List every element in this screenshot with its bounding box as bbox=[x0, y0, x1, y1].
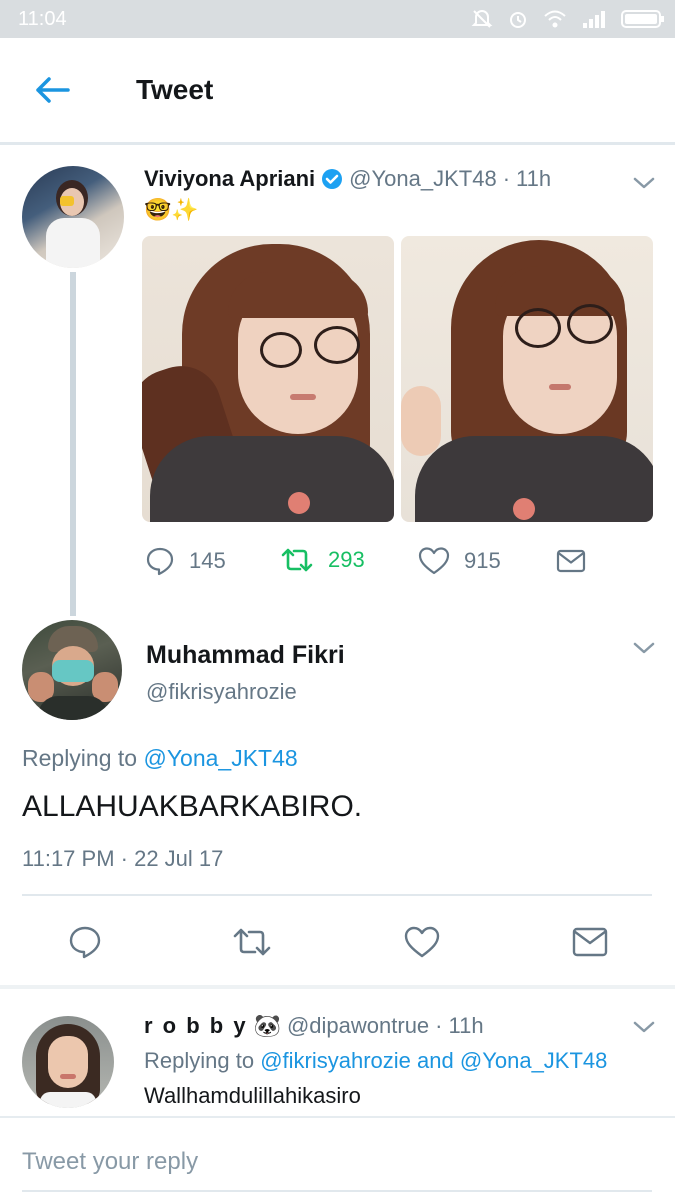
author-name[interactable]: Viviyona Apriani bbox=[144, 166, 315, 192]
retweet-count: 293 bbox=[328, 547, 365, 572]
author-name[interactable]: Muhammad Fikri bbox=[146, 641, 345, 670]
chevron-down-icon[interactable] bbox=[632, 176, 656, 190]
status-bar: 11:04 bbox=[0, 0, 675, 38]
avatar[interactable] bbox=[22, 1016, 114, 1108]
tweet-text: ALLAHUAKBARKABIRO. bbox=[22, 790, 363, 823]
retweet-button[interactable]: 293 bbox=[280, 546, 365, 574]
author-name[interactable]: r o b b y bbox=[144, 1013, 248, 1039]
separator-dot: · bbox=[502, 166, 511, 191]
back-button[interactable] bbox=[32, 74, 72, 106]
mute-icon bbox=[471, 10, 493, 28]
reply-header: r o b b y 🐼 @dipawontrue · 11h bbox=[144, 1013, 484, 1039]
tweet-time: 11h bbox=[448, 1013, 484, 1038]
tweet-photo-1[interactable] bbox=[142, 236, 394, 522]
replying-to-link[interactable]: @Yona_JKT48 bbox=[143, 745, 297, 771]
reply-composer[interactable]: Tweet your reply bbox=[0, 1118, 675, 1200]
signal-icon bbox=[583, 11, 605, 28]
separator-dot: · bbox=[435, 1013, 443, 1038]
alarm-icon bbox=[510, 12, 526, 28]
avatar[interactable] bbox=[22, 620, 122, 720]
page-title: Tweet bbox=[136, 74, 214, 105]
reply-count: 145 bbox=[189, 548, 226, 573]
tweet-time: 11h bbox=[516, 166, 552, 191]
section-divider bbox=[0, 985, 675, 989]
replying-to: Replying to @fikrisyahrozie and @Yona_JK… bbox=[144, 1048, 607, 1074]
chevron-down-icon[interactable] bbox=[632, 1020, 656, 1034]
author-handle[interactable]: @Yona_JKT48 bbox=[349, 166, 497, 192]
author-handle[interactable]: @dipawontrue bbox=[287, 1013, 429, 1039]
composer-underline bbox=[22, 1190, 652, 1192]
heart-icon bbox=[418, 547, 450, 575]
tweet-photo-2[interactable] bbox=[401, 236, 653, 522]
heart-icon[interactable] bbox=[404, 925, 440, 959]
replying-to-link[interactable]: @Yona_JKT48 bbox=[460, 1048, 608, 1073]
replying-to: Replying to @Yona_JKT48 bbox=[22, 745, 298, 772]
reply-icon bbox=[146, 547, 174, 576]
replying-to-label: Replying to bbox=[22, 745, 138, 771]
chevron-down-icon[interactable] bbox=[632, 641, 656, 655]
replying-to-label: Replying to bbox=[144, 1048, 255, 1073]
top-bar: Tweet bbox=[0, 38, 675, 145]
reply-icon[interactable] bbox=[68, 925, 102, 959]
battery-icon bbox=[621, 10, 664, 28]
message-icon[interactable] bbox=[572, 926, 608, 958]
arrow-left-icon bbox=[36, 77, 70, 103]
reply-text: Wallhamdulillahikasiro bbox=[144, 1083, 361, 1108]
reply-button[interactable]: 145 bbox=[145, 546, 226, 576]
thread-line bbox=[70, 272, 76, 616]
avatar[interactable] bbox=[22, 166, 124, 268]
name-emoji: 🐼 bbox=[253, 1013, 281, 1038]
replying-to-link[interactable]: @fikrisyahrozie bbox=[260, 1048, 411, 1073]
original-tweet-header: Viviyona Apriani @Yona_JKT48 · 11h bbox=[144, 166, 551, 192]
message-icon[interactable] bbox=[556, 548, 586, 574]
status-time: 11:04 bbox=[18, 8, 67, 30]
tweet-timestamp: 11:17 PM · 22 Jul 17 bbox=[22, 846, 224, 871]
reply-input-placeholder[interactable]: Tweet your reply bbox=[22, 1148, 198, 1176]
verified-badge-icon bbox=[322, 169, 343, 189]
wifi-icon bbox=[544, 10, 566, 28]
replying-and: and bbox=[417, 1048, 454, 1073]
tweet-emoji: 🤓✨ bbox=[144, 197, 199, 222]
like-button[interactable]: 915 bbox=[418, 546, 501, 576]
retweet-icon[interactable] bbox=[232, 926, 272, 958]
status-icons bbox=[471, 6, 665, 32]
retweet-icon bbox=[281, 548, 313, 572]
like-count: 915 bbox=[464, 548, 501, 573]
divider bbox=[22, 894, 652, 896]
author-handle[interactable]: @fikrisyahrozie bbox=[146, 679, 297, 705]
